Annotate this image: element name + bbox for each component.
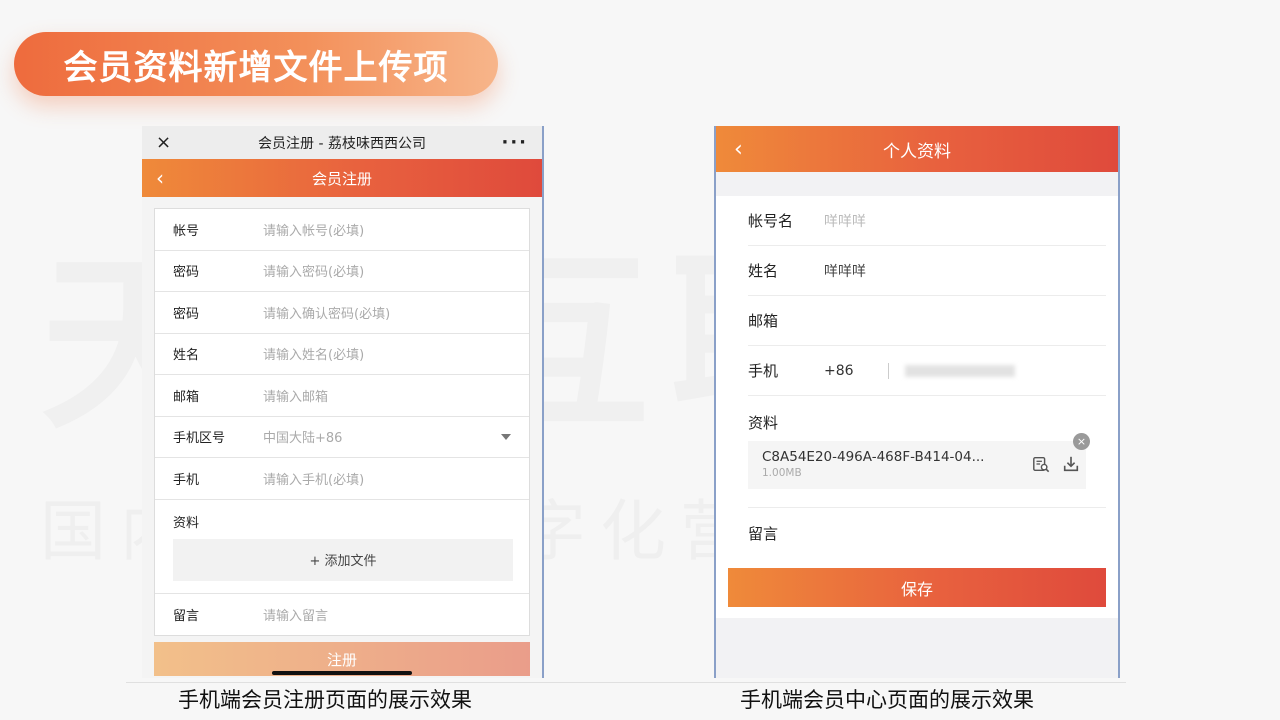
register-form: 帐号 请输入帐号(必填) 密码 请输入密码(必填) 密码 请输入确认密码(必填)… bbox=[154, 208, 530, 636]
message-input[interactable]: 请输入留言 bbox=[263, 605, 511, 624]
field-message[interactable]: 留言 请输入留言 bbox=[155, 594, 529, 636]
file-size: 1.00MB bbox=[762, 467, 802, 479]
field-name[interactable]: 姓名 咩咩咩 bbox=[748, 246, 1106, 296]
field-account-name: 帐号名 咩咩咩 bbox=[748, 196, 1106, 246]
password-input[interactable]: 请输入密码(必填) bbox=[263, 261, 511, 280]
field-label: 手机 bbox=[173, 472, 200, 488]
add-file-button[interactable]: + 添加文件 bbox=[173, 538, 513, 581]
home-indicator bbox=[272, 671, 412, 675]
email-input[interactable]: 请输入邮箱 bbox=[263, 386, 511, 405]
name-input[interactable]: 咩咩咩 bbox=[824, 261, 866, 281]
divider bbox=[888, 362, 889, 379]
upload-label: 资料 bbox=[173, 515, 200, 531]
phone-input[interactable]: 请输入手机(必填) bbox=[263, 469, 511, 488]
back-icon[interactable]: ‹ bbox=[734, 137, 743, 162]
name-input[interactable]: 请输入姓名(必填) bbox=[263, 344, 511, 363]
field-upload: 资料 + 添加文件 bbox=[155, 500, 529, 594]
caption-register: 手机端会员注册页面的展示效果 bbox=[178, 688, 472, 712]
field-phone[interactable]: 手机 +86 bbox=[748, 346, 1106, 396]
file-name: C8A54E20-496A-468F-B414-04... bbox=[762, 449, 985, 465]
account-value: 咩咩咩 bbox=[824, 213, 866, 230]
field-confirm-password[interactable]: 密码 请输入确认密码(必填) bbox=[155, 292, 529, 334]
file-label: 资料 bbox=[748, 414, 779, 432]
wechat-title-bar: × 会员注册 - 荔枝味西西公司 ··· bbox=[142, 126, 542, 159]
field-password[interactable]: 密码 请输入密码(必填) bbox=[155, 251, 529, 292]
phone-code-select[interactable]: 中国大陆+86 bbox=[263, 427, 501, 446]
field-name[interactable]: 姓名 请输入姓名(必填) bbox=[155, 334, 529, 375]
download-icon[interactable] bbox=[1062, 455, 1080, 473]
caption-divider bbox=[126, 682, 1126, 683]
field-label: 留言 bbox=[173, 608, 200, 624]
file-actions bbox=[1032, 455, 1080, 473]
field-email[interactable]: 邮箱 bbox=[748, 296, 1106, 346]
back-icon[interactable]: ‹ bbox=[156, 166, 164, 190]
register-phone-screenshot: × 会员注册 - 荔枝味西西公司 ··· ‹ 会员注册 帐号 请输入帐号(必填)… bbox=[142, 126, 544, 678]
field-message[interactable]: 留言 bbox=[748, 508, 1106, 558]
profile-header: ‹ 个人资料 bbox=[716, 126, 1118, 172]
field-label: 密码 bbox=[173, 306, 200, 322]
profile-form: 帐号名 咩咩咩 姓名 咩咩咩 邮箱 手机 +86 资料 C8A54E20-496… bbox=[716, 196, 1118, 618]
field-label: 手机区号 bbox=[173, 431, 226, 447]
confirm-password-input[interactable]: 请输入确认密码(必填) bbox=[263, 303, 511, 322]
register-header-title: 会员注册 bbox=[311, 169, 372, 188]
field-label: 邮箱 bbox=[173, 389, 200, 405]
field-label: 姓名 bbox=[173, 348, 200, 364]
account-input[interactable]: 请输入帐号(必填) bbox=[263, 220, 511, 239]
save-button[interactable]: 保存 bbox=[728, 568, 1106, 607]
field-account[interactable]: 帐号 请输入帐号(必填) bbox=[155, 209, 529, 251]
field-phone-code[interactable]: 手机区号 中国大陆+86 bbox=[155, 417, 529, 458]
profile-phone-screenshot: ‹ 个人资料 帐号名 咩咩咩 姓名 咩咩咩 邮箱 手机 +86 资料 C8A54… bbox=[714, 126, 1120, 678]
field-label: 留言 bbox=[748, 524, 779, 543]
preview-icon[interactable] bbox=[1032, 455, 1050, 473]
field-label: 帐号 bbox=[173, 223, 200, 239]
field-label: 手机 bbox=[748, 362, 779, 380]
slide-title: 会员资料新增文件上传项 bbox=[14, 32, 498, 96]
field-file: 资料 C8A54E20-496A-468F-B414-04... 1.00MB bbox=[748, 396, 1106, 508]
field-label: 邮箱 bbox=[748, 312, 779, 330]
chevron-down-icon[interactable] bbox=[501, 433, 511, 440]
phone-number-blurred[interactable] bbox=[905, 364, 1015, 377]
close-icon[interactable]: × bbox=[156, 132, 186, 153]
remove-file-icon[interactable]: × bbox=[1073, 433, 1090, 450]
wechat-page-title: 会员注册 - 荔枝味西西公司 bbox=[258, 135, 426, 152]
field-label: 密码 bbox=[173, 265, 200, 281]
profile-header-title: 个人资料 bbox=[883, 141, 951, 162]
uploaded-file-item[interactable]: C8A54E20-496A-468F-B414-04... 1.00MB × bbox=[748, 433, 1090, 489]
phone-code[interactable]: +86 bbox=[824, 363, 888, 379]
caption-profile: 手机端会员中心页面的展示效果 bbox=[740, 688, 1034, 712]
more-icon[interactable]: ··· bbox=[498, 132, 528, 153]
field-label: 帐号名 bbox=[748, 212, 794, 230]
field-label: 姓名 bbox=[748, 262, 779, 280]
register-header: ‹ 会员注册 bbox=[142, 159, 542, 197]
field-email[interactable]: 邮箱 请输入邮箱 bbox=[155, 375, 529, 417]
field-phone[interactable]: 手机 请输入手机(必填) bbox=[155, 458, 529, 500]
